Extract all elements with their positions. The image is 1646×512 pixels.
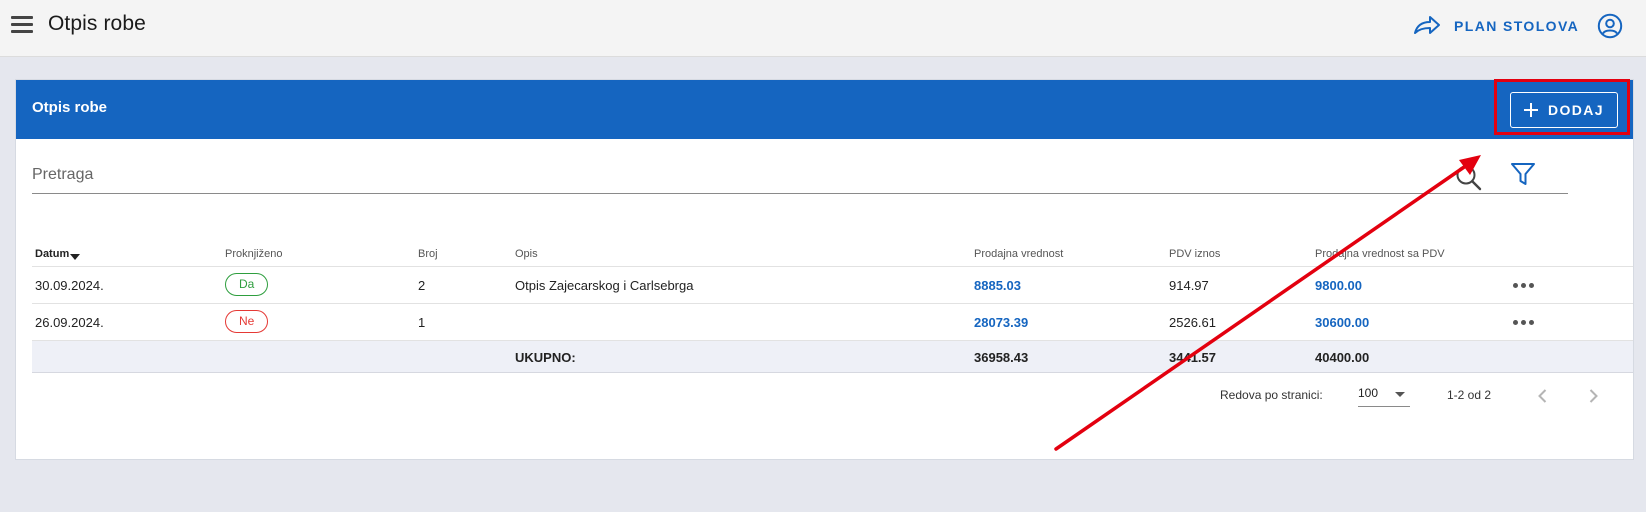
hamburger-menu-icon[interactable]	[11, 14, 33, 34]
plan-stolova-label: PLAN STOLOVA	[1454, 18, 1580, 34]
column-header-prodajna-vrednost[interactable]: Prodajna vrednost	[974, 248, 1063, 260]
column-header-datum-label: Datum	[35, 248, 70, 260]
filter-icon[interactable]	[1509, 160, 1537, 188]
pagination-range: 1-2 od 2	[1447, 388, 1492, 402]
cell-broj: 2	[418, 278, 426, 293]
more-actions-icon[interactable]	[1513, 283, 1535, 288]
table-row[interactable]: 26.09.2024. Ne 1 28073.39 2526.61 30600.…	[32, 304, 1633, 341]
column-header-datum[interactable]: Datum	[35, 248, 81, 260]
column-header-opis[interactable]: Opis	[515, 248, 538, 260]
chevron-down-icon	[1395, 392, 1405, 397]
status-badge: Da	[225, 273, 269, 296]
cell-opis: Otpis Zajecarskog i Carlsebrga	[515, 278, 694, 293]
status-badge: Ne	[225, 310, 269, 333]
search-input[interactable]	[32, 158, 1522, 192]
table-row[interactable]: 30.09.2024. Da 2 Otpis Zajecarskog i Car…	[32, 267, 1633, 304]
table-header-row: Datum Proknjiženo Broj Opis Prodajna vre…	[32, 240, 1633, 267]
total-label: UKUPNO:	[515, 350, 576, 365]
cell-prodajna-sa-pdv[interactable]: 9800.00	[1315, 278, 1362, 293]
more-actions-icon[interactable]	[1513, 320, 1535, 325]
cell-datum: 26.09.2024.	[35, 315, 104, 330]
otpis-card: Otpis robe DODAJ Datum Proknjiženo Broj …	[15, 79, 1634, 460]
search-field	[32, 158, 1568, 194]
card-header: Otpis robe DODAJ	[16, 80, 1633, 139]
chevron-right-icon[interactable]	[1581, 384, 1605, 408]
cell-prodajna-vrednost[interactable]: 28073.39	[974, 315, 1028, 330]
sort-down-icon	[70, 254, 81, 260]
column-header-prodajna-sa-pdv[interactable]: Prodajna vrednost sa PDV	[1315, 248, 1445, 260]
cell-pdv-iznos: 914.97	[1169, 278, 1209, 293]
rows-per-page-select[interactable]: 100	[1358, 381, 1410, 407]
column-header-broj[interactable]: Broj	[418, 248, 438, 260]
cell-datum: 30.09.2024.	[35, 278, 104, 293]
cell-broj: 1	[418, 315, 426, 330]
cell-prodajna-sa-pdv[interactable]: 30600.00	[1315, 315, 1369, 330]
top-app-bar: Otpis robe PLAN STOLOVA	[0, 0, 1646, 57]
total-prodajna-sa-pdv: 40400.00	[1315, 350, 1370, 365]
cell-prodajna-vrednost[interactable]: 8885.03	[974, 278, 1021, 293]
page-title: Otpis robe	[48, 12, 146, 35]
rows-per-page-value: 100	[1358, 386, 1379, 400]
account-circle-icon[interactable]	[1597, 13, 1623, 39]
column-header-proknjizeno[interactable]: Proknjiženo	[225, 248, 282, 260]
total-pdv-iznos: 3441.57	[1169, 350, 1216, 365]
plus-icon	[1523, 103, 1538, 117]
chevron-left-icon[interactable]	[1531, 384, 1555, 408]
share-arrow-icon	[1414, 16, 1440, 34]
rows-per-page-label: Redova po stranici:	[1220, 388, 1323, 402]
total-row: UKUPNO: 36958.43 3441.57 40400.00	[32, 341, 1633, 373]
column-header-pdv-iznos[interactable]: PDV iznos	[1169, 248, 1220, 260]
add-button[interactable]: DODAJ	[1510, 92, 1618, 128]
add-button-label: DODAJ	[1547, 102, 1604, 118]
plan-stolova-button[interactable]: PLAN STOLOVA	[1412, 12, 1579, 40]
search-icon[interactable]	[1455, 164, 1483, 192]
cell-pdv-iznos: 2526.61	[1169, 315, 1216, 330]
card-title: Otpis robe	[32, 99, 108, 116]
total-prodajna-vrednost: 36958.43	[974, 350, 1029, 365]
